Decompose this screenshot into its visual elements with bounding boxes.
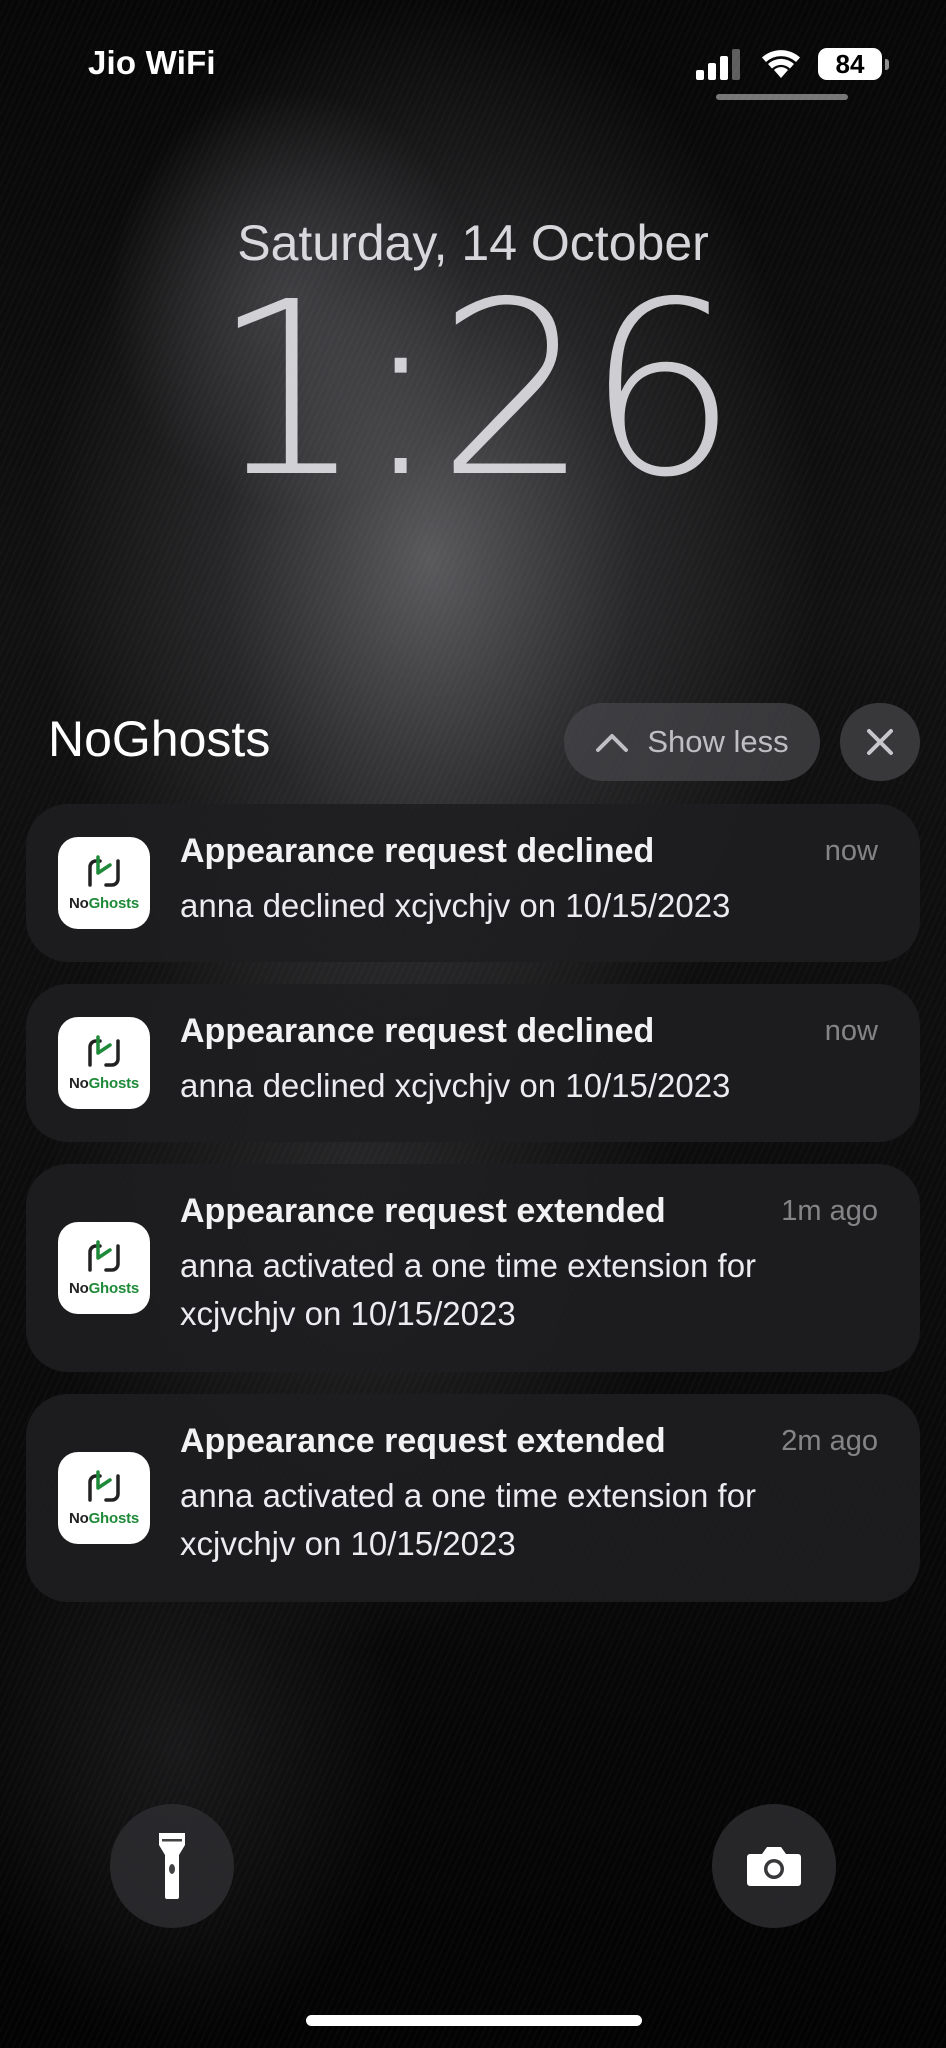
noghosts-app-icon: NoGhosts [58,837,150,929]
notification-title: Appearance request extended [180,1422,666,1460]
app-icon-label: NoGhosts [68,1074,140,1092]
app-icon-label: NoGhosts [68,1279,140,1297]
notification-body: anna declined xcjvchjv on 10/15/2023 [180,1067,731,1104]
carrier-name: Jio WiFi [88,44,216,81]
notification-body: anna declined xcjvchjv on 10/15/2023 [180,887,731,924]
chevron-up-icon [596,734,629,752]
noghosts-logo-icon [88,854,120,887]
notification-title: Appearance request extended [180,1192,666,1230]
app-icon-label: NoGhosts [68,1509,140,1527]
battery-tip [885,59,889,70]
notification-title: Appearance request declined [180,1012,655,1050]
notification-time: 1m ago [781,1195,878,1227]
noghosts-app-icon: NoGhosts [58,1222,150,1314]
noghosts-app-icon: NoGhosts [58,1452,150,1544]
notification-card[interactable]: NoGhosts Appearance request declined now… [26,984,920,1142]
flashlight-button[interactable] [110,1804,234,1928]
notification-card[interactable]: NoGhosts Appearance request declined now… [26,804,920,962]
notification-title: Appearance request declined [180,832,655,870]
notification-card[interactable]: NoGhosts Appearance request extended 2m … [26,1394,920,1602]
show-less-label: Show less [647,724,789,759]
notification-time: 2m ago [781,1425,878,1457]
notification-card[interactable]: NoGhosts Appearance request extended 1m … [26,1164,920,1372]
status-icons: 84 [696,44,889,84]
battery-level: 84 [835,48,865,79]
notification-body: anna activated a one time extension for … [180,1247,757,1332]
noghosts-logo-icon [88,1239,120,1272]
noghosts-logo-icon [88,1034,120,1067]
noghosts-logo-icon [88,1469,120,1502]
home-indicator[interactable] [306,2015,642,2026]
show-less-button[interactable]: Show less [564,703,820,781]
noghosts-app-icon: NoGhosts [58,1017,150,1109]
camera-button[interactable] [712,1804,836,1928]
notification-time: now [824,835,878,867]
notification-time: now [824,1015,878,1047]
lock-screen-time: 1:26 [211,250,739,530]
wifi-icon [762,50,800,78]
app-icon-label: NoGhosts [68,894,140,912]
control-center-grabber[interactable] [716,94,848,100]
battery-icon: 84 [818,48,889,80]
notification-body: anna activated a one time extension for … [180,1477,757,1562]
signal-bars-icon [696,49,740,80]
flashlight-icon [159,1833,185,1899]
clear-group-button[interactable] [840,703,920,781]
close-icon [867,729,893,755]
notification-group-title: NoGhosts [48,711,271,767]
camera-icon [747,1847,801,1886]
